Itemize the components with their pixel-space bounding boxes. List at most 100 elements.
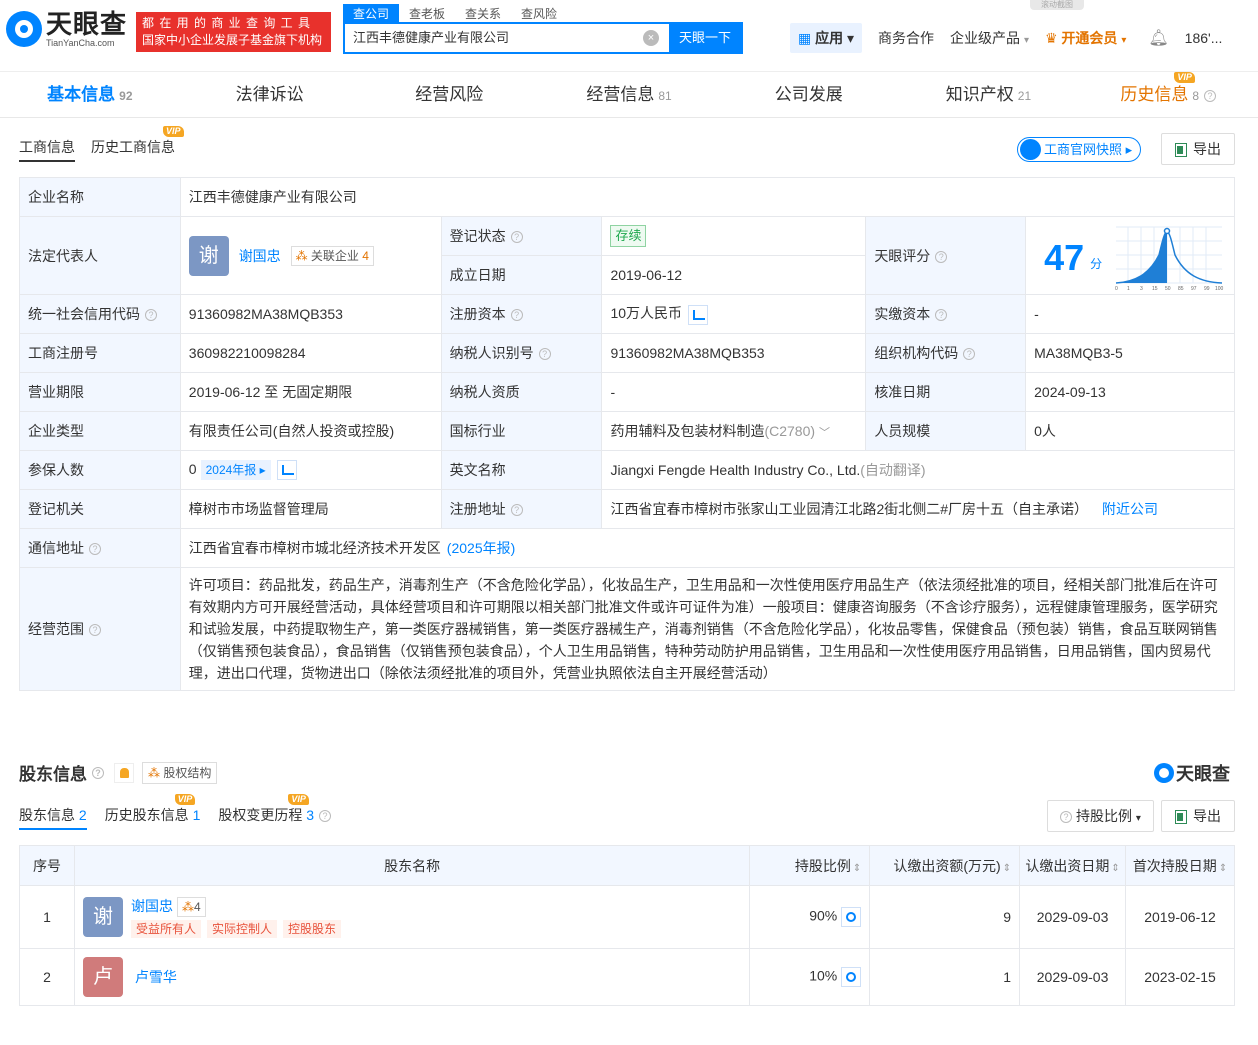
help-icon[interactable]: ? xyxy=(319,810,332,823)
sort-icon: ⇕ xyxy=(1218,862,1228,874)
annual-report-link[interactable]: 2024年报 ▸ xyxy=(200,459,271,480)
col-ratio[interactable]: 持股比例 ⇕ xyxy=(749,845,871,886)
help-icon[interactable]: ? xyxy=(1204,89,1217,102)
help-icon[interactable]: ? xyxy=(935,250,948,263)
avatar[interactable]: 谢 xyxy=(188,235,229,276)
help-icon[interactable]: ? xyxy=(92,766,104,779)
tab-ip[interactable]: 知识产权 21 xyxy=(899,72,1079,117)
tab-label: 历史股东信息 xyxy=(104,807,189,823)
enterprise-products-menu[interactable]: 企业级产品 ▾ xyxy=(950,28,1029,48)
table-row: 统一社会信用代码? 91360982MA38MQB353 注册资本? 10万人民… xyxy=(19,294,1235,334)
table-row: 工商注册号 360982210098284 纳税人识别号? 91360982MA… xyxy=(19,333,1235,373)
tab-search-boss[interactable]: 查老板 xyxy=(399,4,455,23)
tab-legal[interactable]: 法律诉讼 xyxy=(180,72,360,117)
scroll-capture-tag: 滚动截图 xyxy=(1030,0,1084,10)
open-vip-menu[interactable]: ♛ 开通会员 ▾ xyxy=(1045,28,1126,48)
chart-icon[interactable] xyxy=(276,460,297,481)
export-button[interactable]: 导出 xyxy=(1161,133,1235,165)
help-icon[interactable]: ? xyxy=(510,504,523,517)
help-icon[interactable]: ? xyxy=(935,309,948,322)
tab-search-risk[interactable]: 查风险 xyxy=(511,4,567,23)
score-cell[interactable]: 47 分 0 1 3 15 50 85 97 99 100 xyxy=(1025,216,1235,295)
official-snapshot-button[interactable]: 工商官网快照 ▸ xyxy=(1017,137,1142,162)
tab-search-relation[interactable]: 查关系 xyxy=(455,4,511,23)
help-icon[interactable]: ? xyxy=(510,231,523,244)
vip-badge: VIP xyxy=(288,794,309,805)
search-input[interactable] xyxy=(345,24,633,52)
export-button[interactable]: 导出 xyxy=(1161,800,1235,832)
tab-count: 3 xyxy=(306,807,315,823)
pie-chart-icon[interactable] xyxy=(841,967,862,987)
related-companies-badge[interactable]: ⁂4 xyxy=(176,897,206,917)
shareholder-name[interactable]: 卢雪华 xyxy=(135,969,177,985)
biz-coop-link[interactable]: 商务合作 xyxy=(878,28,934,48)
col-amount[interactable]: 认缴出资额(万元) ⇕ xyxy=(869,845,1021,886)
tab-history[interactable]: VIP 历史信息 8? xyxy=(1078,72,1258,117)
tab-business-info[interactable]: 工商信息 xyxy=(19,132,75,162)
english-name: Jiangxi Fengde Health Industry Co., Ltd. xyxy=(610,462,861,478)
avatar[interactable]: 卢 xyxy=(82,957,123,997)
help-icon[interactable]: ? xyxy=(538,348,551,361)
industry-cell[interactable]: 药用辅料及包装材料制造(C2780) ﹀ xyxy=(601,411,867,451)
tab-operation[interactable]: 经营信息 81 xyxy=(539,72,719,117)
pie-chart-icon[interactable] xyxy=(841,907,862,927)
legal-rep-name[interactable]: 谢国忠 xyxy=(239,248,281,264)
tab-development[interactable]: 公司发展 xyxy=(719,72,899,117)
annual-report-link[interactable]: (2025年报) xyxy=(447,540,515,556)
tick-label: 1 xyxy=(1127,286,1130,291)
label-text: 天眼评分 xyxy=(874,247,931,264)
bell-icon[interactable] xyxy=(114,762,134,783)
holding-ratio: 90% xyxy=(809,907,838,924)
staff-size: 0人 xyxy=(1025,411,1235,451)
bell-icon[interactable]: 🔔︎ xyxy=(1148,28,1168,48)
score-distribution-chart: 0 1 3 15 50 85 97 99 100 xyxy=(1115,226,1224,291)
help-icon[interactable]: ? xyxy=(963,348,976,361)
related-companies-badge[interactable]: ⁂ 关联企业 4 xyxy=(290,245,374,266)
search-button[interactable]: 天眼一下 xyxy=(669,24,741,52)
help-icon[interactable]: ? xyxy=(89,543,101,556)
clear-search-icon[interactable]: × xyxy=(643,30,659,46)
label-text: 登记状态 xyxy=(449,228,506,244)
tab-history-business-info[interactable]: 历史工商信息 VIP xyxy=(91,126,184,162)
tab-equity-changes[interactable]: 股权变更历程 3? VIP xyxy=(218,794,332,830)
mail-address: 江西省宜春市樟树市城北经济技术开发区 xyxy=(188,540,441,556)
role-tag: 控股股东 xyxy=(282,920,341,938)
chart-icon[interactable] xyxy=(688,304,709,325)
col-sub-date[interactable]: 认缴出资日期 ⇕ xyxy=(1019,845,1127,886)
help-icon[interactable]: ? xyxy=(510,309,523,322)
tab-count: 2 xyxy=(78,807,87,823)
score-unit: 分 xyxy=(1090,257,1103,271)
tab-shareholders[interactable]: 股东信息 2 xyxy=(19,800,87,830)
holding-ratio: 10% xyxy=(809,967,838,984)
label-reg-address: 注册地址? xyxy=(440,489,603,529)
col-name: 股东名称 xyxy=(73,845,751,886)
nearby-companies-link[interactable]: 附近公司 xyxy=(1102,501,1158,517)
tab-count: 81 xyxy=(658,89,672,103)
holding-ratio-dropdown[interactable]: ? 持股比例 ▾ xyxy=(1047,800,1154,832)
col-first-date[interactable]: 首次持股日期 ⇕ xyxy=(1125,845,1235,886)
help-icon[interactable]: ? xyxy=(145,309,157,322)
search-box: × 天眼一下 xyxy=(343,22,743,54)
label-text: 实缴资本 xyxy=(874,306,931,322)
apps-menu[interactable]: ▦ 应用 ▾ xyxy=(790,23,863,53)
label-founded: 成立日期 xyxy=(440,255,603,295)
top-bar: 天眼查 TianYanCha.com 都 在 用 的 商 业 查 询 工 具 国… xyxy=(0,0,1258,72)
reg-address-cell: 江西省宜春市樟树市张家山工业园清江北路2街北侧二#厂房十五（自主承诺） 附近公司 xyxy=(601,489,1235,529)
tab-history-shareholders[interactable]: 历史股东信息 1 VIP xyxy=(104,794,201,830)
label-status: 登记状态? xyxy=(440,216,603,256)
tab-search-company[interactable]: 查公司 xyxy=(343,4,400,23)
label-text: 注册资本 xyxy=(449,306,506,322)
reg-capital-cell: 10万人民币 xyxy=(601,294,867,334)
eye-logo-icon xyxy=(6,11,42,47)
help-icon[interactable]: ? xyxy=(89,624,101,637)
tab-count: 1 xyxy=(192,807,201,823)
shareholder-name[interactable]: 谢国忠 xyxy=(131,898,173,914)
avatar[interactable]: 谢 xyxy=(82,897,123,937)
tianyancha-logo[interactable]: 天眼查 TianYanCha.com xyxy=(6,10,127,48)
user-account[interactable]: 186'... xyxy=(1185,30,1223,46)
eye-logo-icon xyxy=(1154,763,1174,783)
shareholder-cell: 卢 卢雪华 xyxy=(73,948,751,1006)
tab-basic-info[interactable]: 基本信息 92 xyxy=(0,72,180,117)
tab-risk[interactable]: 经营风险 xyxy=(359,72,539,117)
equity-structure-button[interactable]: ⁂ 股权结构 xyxy=(142,761,218,784)
